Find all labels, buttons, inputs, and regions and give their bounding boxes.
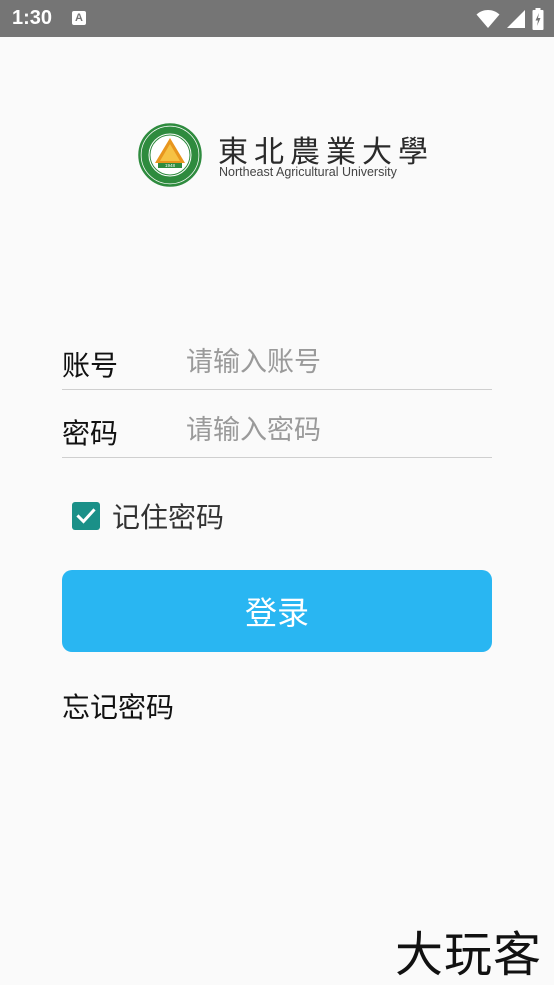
account-row: 账号: [62, 338, 492, 390]
remember-password-checkbox[interactable]: [72, 502, 100, 530]
account-input[interactable]: [186, 338, 486, 386]
university-name-english: Northeast Agricultural University: [219, 165, 397, 179]
account-label: 账号: [62, 349, 119, 382]
battery-icon: [532, 8, 544, 30]
university-logo: 1948 東北農業大學 Northeast Agricultural Unive…: [138, 123, 428, 187]
a-icon: A: [72, 11, 86, 25]
emblem-year: 1948: [165, 163, 176, 168]
password-label: 密码: [62, 417, 119, 450]
cell-signal-icon: [507, 10, 525, 28]
status-icons: [476, 8, 544, 30]
wifi-icon: [476, 10, 500, 28]
forgot-password-link[interactable]: 忘记密码: [62, 686, 174, 726]
checkmark-icon: [76, 508, 96, 524]
remember-password-toggle[interactable]: 记住密码: [72, 496, 224, 536]
status-bar: 1:30 A: [0, 0, 554, 37]
login-screen: 1:30 A 1948 東北農業大學 Northeast Agricultura…: [0, 0, 554, 985]
watermark-logo: 大玩客: [394, 927, 542, 983]
status-time: 1:30: [12, 7, 53, 29]
university-emblem-icon: 1948: [138, 123, 202, 187]
login-button[interactable]: 登录: [62, 570, 492, 652]
remember-password-label: 记住密码: [112, 501, 225, 534]
password-input[interactable]: [186, 406, 486, 454]
password-row: 密码: [62, 406, 492, 458]
